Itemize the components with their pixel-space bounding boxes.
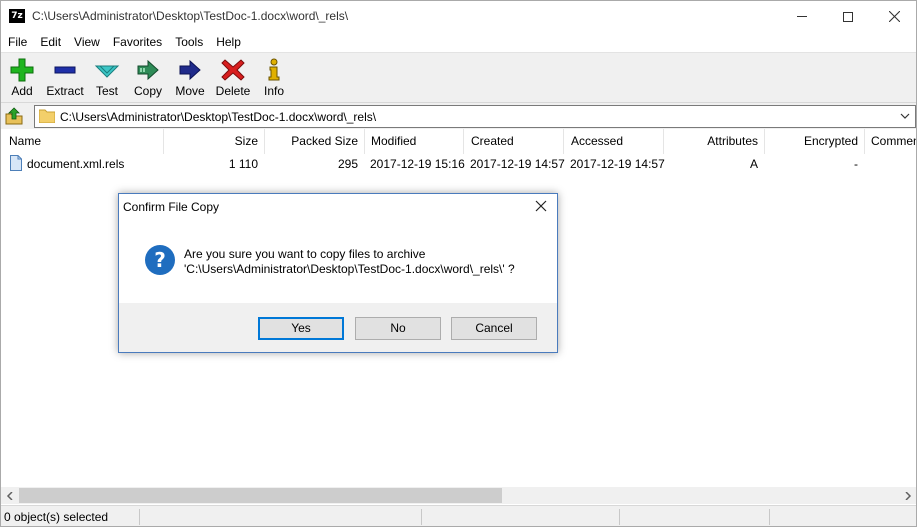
test-button[interactable]: Test — [91, 55, 123, 101]
copy-arrow-icon — [137, 59, 159, 81]
path-input[interactable]: C:\Users\Administrator\Desktop\TestDoc-1… — [34, 105, 916, 128]
copy-button[interactable]: Copy — [130, 55, 166, 101]
delete-x-icon — [221, 59, 245, 81]
col-modified[interactable]: Modified — [363, 129, 464, 154]
maximize-button[interactable] — [825, 1, 871, 32]
address-bar: C:\Users\Administrator\Desktop\TestDoc-1… — [1, 103, 916, 129]
info-label: Info — [263, 84, 284, 98]
status-divider — [139, 509, 140, 525]
menu-tools[interactable]: Tools — [168, 32, 209, 52]
move-arrow-icon — [179, 59, 201, 81]
file-accessed: 2017-12-19 14:57 — [570, 157, 665, 171]
plus-icon — [10, 58, 34, 82]
file-name: document.xml.rels — [27, 157, 125, 171]
extract-label: Extract — [46, 84, 84, 98]
scroll-thumb[interactable] — [19, 488, 502, 503]
dialog-message-line2: 'C:\Users\Administrator\Desktop\TestDoc-… — [184, 262, 515, 276]
file-attributes: A — [749, 157, 758, 171]
scroll-left-button[interactable] — [1, 487, 18, 504]
file-modified: 2017-12-19 15:16 — [370, 157, 465, 171]
path-text: C:\Users\Administrator\Desktop\TestDoc-1… — [60, 110, 377, 124]
menu-view[interactable]: View — [67, 32, 106, 52]
delete-button[interactable]: Delete — [213, 55, 253, 101]
file-encrypted: - — [854, 157, 858, 171]
up-folder-icon — [5, 107, 23, 125]
file-created: 2017-12-19 14:57 — [470, 157, 565, 171]
status-divider — [421, 509, 422, 525]
minus-icon — [54, 66, 76, 74]
close-button[interactable] — [871, 1, 917, 32]
col-attributes[interactable]: Attributes — [664, 129, 765, 154]
chevron-down-icon[interactable] — [898, 109, 912, 123]
horizontal-scrollbar[interactable] — [1, 487, 916, 504]
col-created[interactable]: Created — [463, 129, 564, 154]
status-bar: 0 object(s) selected — [1, 505, 916, 526]
minimize-button[interactable] — [779, 1, 825, 32]
delete-label: Delete — [215, 84, 251, 98]
add-button[interactable]: Add — [5, 55, 39, 101]
col-name[interactable]: Name — [1, 129, 164, 154]
menu-help[interactable]: Help — [209, 32, 247, 52]
copy-label: Copy — [133, 84, 162, 98]
title-bar: 7z C:\Users\Administrator\Desktop\TestDo… — [1, 1, 916, 32]
question-icon: ? — [145, 245, 175, 275]
minimize-icon — [797, 16, 807, 17]
cancel-button[interactable]: Cancel — [451, 317, 537, 340]
app-icon: 7z — [9, 9, 25, 23]
menu-file[interactable]: File — [1, 32, 33, 52]
up-folder-button[interactable] — [4, 106, 26, 126]
maximize-icon — [843, 11, 853, 22]
col-packed-size[interactable]: Packed Size — [265, 129, 365, 154]
add-label: Add — [11, 84, 33, 98]
col-encrypted[interactable]: Encrypted — [765, 129, 865, 154]
col-size[interactable]: Size — [164, 129, 265, 154]
dialog-message: Are you sure you want to copy files to a… — [184, 247, 515, 277]
status-divider — [769, 509, 770, 525]
dialog-close-button[interactable] — [533, 198, 549, 214]
svg-text:?: ? — [154, 248, 166, 272]
close-icon — [888, 11, 900, 22]
scroll-right-button[interactable] — [899, 487, 916, 504]
yes-button[interactable]: Yes — [258, 317, 344, 340]
chevron-right-icon — [904, 491, 911, 500]
file-size: 1 110 — [228, 157, 258, 171]
window-title: C:\Users\Administrator\Desktop\TestDoc-1… — [32, 9, 349, 23]
move-label: Move — [175, 84, 205, 98]
info-button[interactable]: Info — [259, 55, 289, 101]
menu-favorites[interactable]: Favorites — [106, 32, 168, 52]
checkmark-icon — [94, 65, 120, 78]
toolbar: Add Extract Test Copy Move Delete Info — [1, 53, 916, 103]
col-accessed[interactable]: Accessed — [563, 129, 664, 154]
confirm-copy-dialog: Confirm File Copy ? Are you sure you wan… — [118, 193, 558, 353]
dialog-footer: Yes No Cancel — [119, 303, 557, 352]
dialog-message-line1: Are you sure you want to copy files to a… — [184, 247, 426, 261]
file-packed-size: 295 — [337, 157, 358, 171]
info-icon — [268, 58, 280, 81]
col-comment[interactable]: Commen — [863, 129, 916, 154]
menu-bar: File Edit View Favorites Tools Help — [1, 32, 916, 52]
close-icon — [535, 200, 547, 212]
menu-edit[interactable]: Edit — [33, 32, 67, 52]
no-button[interactable]: No — [355, 317, 441, 340]
folder-icon — [39, 109, 55, 123]
file-icon — [10, 155, 22, 171]
status-divider — [619, 509, 620, 525]
chevron-left-icon — [6, 491, 13, 500]
selection-status: 0 object(s) selected — [4, 510, 109, 524]
dialog-title: Confirm File Copy — [123, 200, 220, 214]
app-window: 7z C:\Users\Administrator\Desktop\TestDo… — [0, 0, 917, 527]
extract-button[interactable]: Extract — [43, 55, 87, 101]
move-button[interactable]: Move — [171, 55, 209, 101]
test-label: Test — [95, 84, 118, 98]
